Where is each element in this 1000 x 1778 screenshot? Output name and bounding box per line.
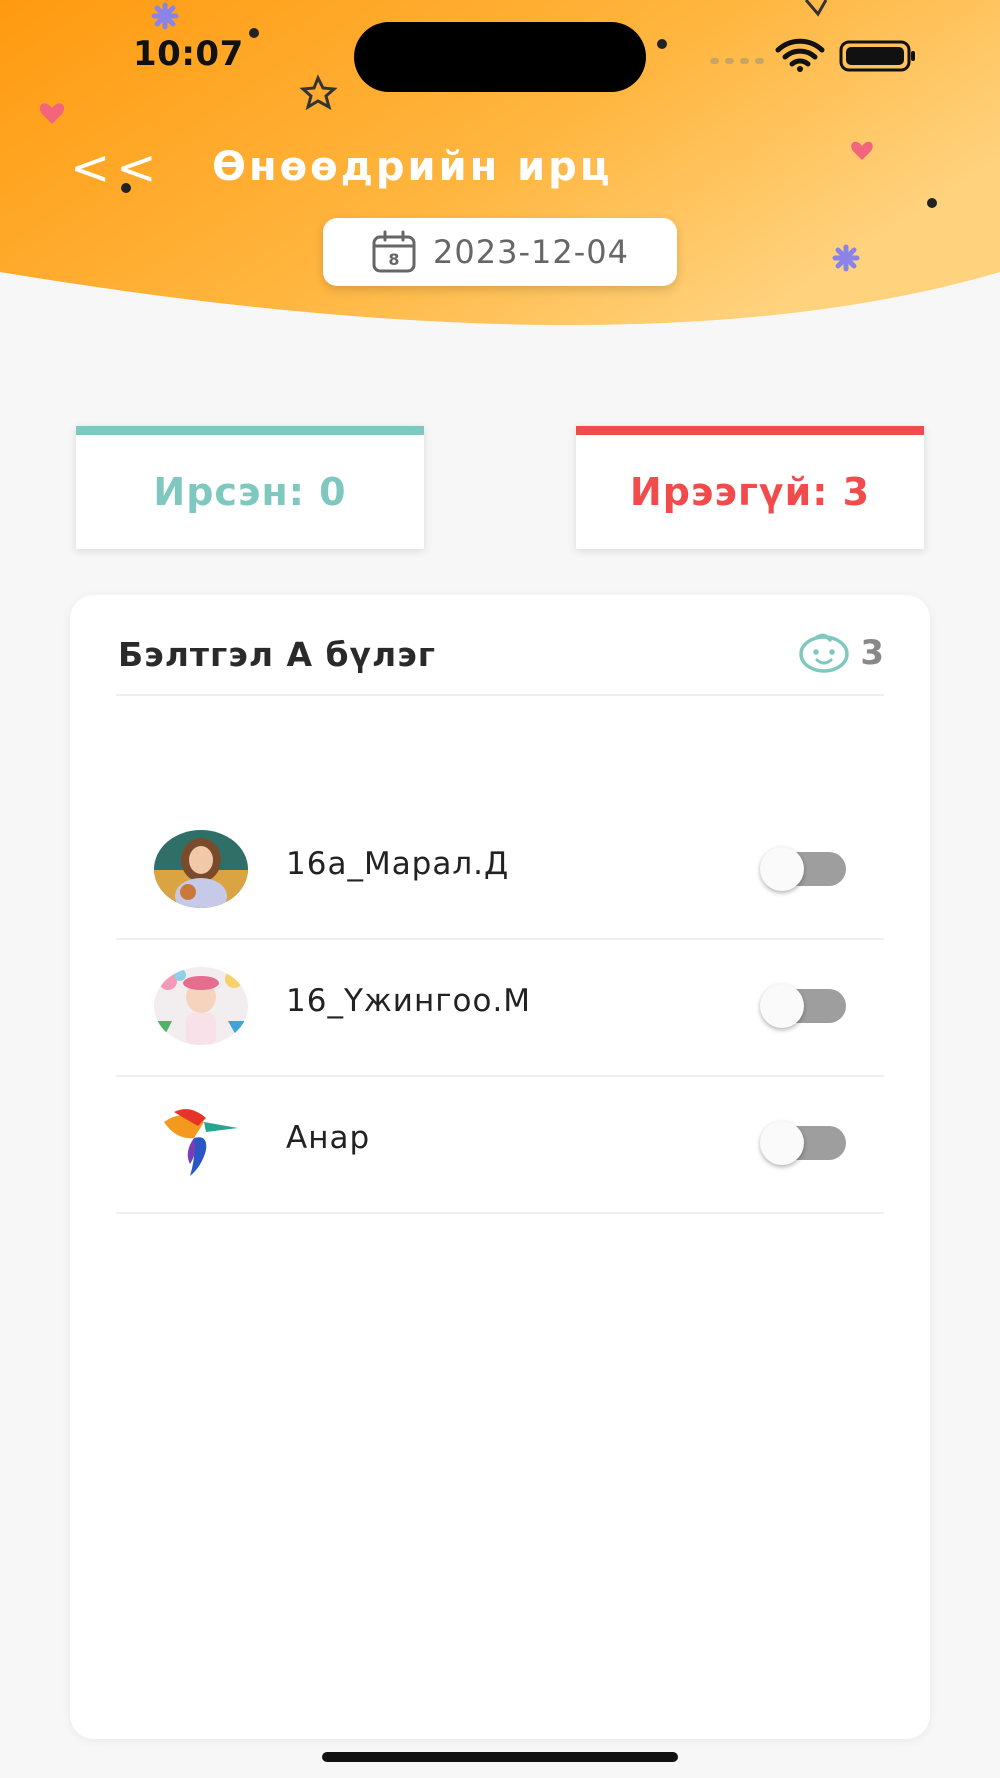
group-card: Бэлтгэл А бүлэг 3 16а_Марал.Д 16_Үжингоо…: [70, 595, 930, 1739]
home-indicator: [322, 1752, 678, 1762]
toggle-knob: [760, 984, 804, 1028]
absent-count-card[interactable]: Ирээгүй: 3: [576, 426, 924, 549]
hummingbird-logo-icon: [154, 1104, 248, 1182]
student-name: Анар: [286, 1120, 371, 1156]
student-name: 16_Үжингоо.М: [286, 983, 532, 1019]
group-divider: [116, 694, 884, 696]
group-name: Бэлтгэл А бүлэг: [118, 635, 437, 674]
attendance-toggle[interactable]: [760, 984, 846, 1028]
present-count-label: Ирсэн: 0: [153, 470, 347, 514]
dynamic-island: [354, 22, 646, 92]
group-count-number: 3: [860, 633, 884, 673]
group-count: 3: [798, 633, 884, 673]
date-text: 2023-12-04: [433, 233, 629, 271]
wifi-icon: [775, 38, 825, 67]
present-count-card[interactable]: Ирсэн: 0: [76, 426, 424, 549]
attendance-toggle[interactable]: [760, 847, 846, 891]
back-button[interactable]: <<: [70, 140, 162, 196]
battery-icon: [839, 40, 915, 72]
photo-girl-balloons-icon: [154, 967, 248, 1045]
calendar-icon: 8: [372, 230, 416, 273]
svg-text:8: 8: [388, 250, 399, 269]
absent-count-label: Ирээгүй: 3: [629, 470, 871, 514]
cellular-signal-icon: [710, 58, 764, 64]
photo-girl-icon: [154, 830, 248, 908]
student-row[interactable]: 16а_Марал.Д: [116, 802, 884, 940]
student-row[interactable]: 16_Үжингоо.М: [116, 939, 884, 1077]
child-face-icon: [799, 633, 850, 673]
student-row[interactable]: Анар: [116, 1076, 884, 1214]
status-time: 10:07: [133, 34, 244, 74]
toggle-knob: [760, 847, 804, 891]
page-title: Өнөөдрийн ирц: [212, 144, 613, 190]
attendance-toggle[interactable]: [760, 1121, 846, 1165]
student-name: 16а_Марал.Д: [286, 846, 510, 882]
status-icons: [710, 38, 915, 72]
toggle-knob: [760, 1121, 804, 1165]
date-picker-button[interactable]: 8 2023-12-04: [323, 218, 677, 286]
